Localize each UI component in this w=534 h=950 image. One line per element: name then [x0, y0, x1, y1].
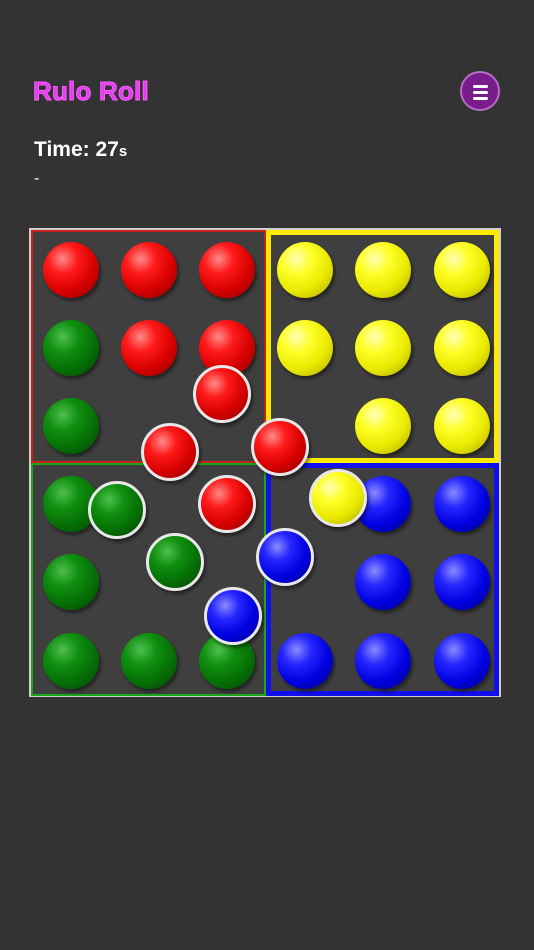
loose-green-ball[interactable] [88, 481, 146, 539]
loose-red-ball[interactable] [193, 365, 251, 423]
slot-blue-ball [434, 554, 490, 610]
loose-red-ball[interactable] [251, 418, 309, 476]
slot-yellow-ball [355, 320, 411, 376]
timer-unit: s [118, 143, 128, 160]
status-text: - [34, 170, 40, 187]
slot-yellow-ball [277, 320, 333, 376]
slot-red-ball [43, 242, 99, 298]
game-board [29, 228, 501, 697]
slot-red-ball [121, 320, 177, 376]
slot-green-ball [43, 554, 99, 610]
slot-yellow-ball [355, 398, 411, 454]
slot-blue-ball [355, 633, 411, 689]
loose-blue-ball[interactable] [204, 587, 262, 645]
game-screen: Rulo Roll Time: 27s - [0, 0, 534, 950]
slot-green-ball [43, 320, 99, 376]
loose-red-ball[interactable] [198, 475, 256, 533]
slot-blue-ball [277, 633, 333, 689]
game-title: Rulo Roll [33, 76, 150, 107]
slot-yellow-ball [434, 398, 490, 454]
slot-red-ball [121, 242, 177, 298]
slot-green-ball [43, 398, 99, 454]
loose-green-ball[interactable] [146, 533, 204, 591]
loose-red-ball[interactable] [141, 423, 199, 481]
slot-green-ball [121, 633, 177, 689]
slot-yellow-ball [434, 320, 490, 376]
slot-yellow-ball [277, 242, 333, 298]
slot-red-ball [199, 242, 255, 298]
slot-yellow-ball [434, 242, 490, 298]
loose-yellow-ball[interactable] [309, 469, 367, 527]
slot-blue-ball [355, 554, 411, 610]
slot-blue-ball [434, 633, 490, 689]
slot-yellow-ball [355, 242, 411, 298]
loose-blue-ball[interactable] [256, 528, 314, 586]
slot-green-ball [43, 633, 99, 689]
timer-display: Time: 27s [34, 138, 127, 162]
menu-button[interactable] [460, 71, 500, 111]
timer-label: Time: 27 [34, 138, 119, 161]
slot-blue-ball [434, 476, 490, 532]
